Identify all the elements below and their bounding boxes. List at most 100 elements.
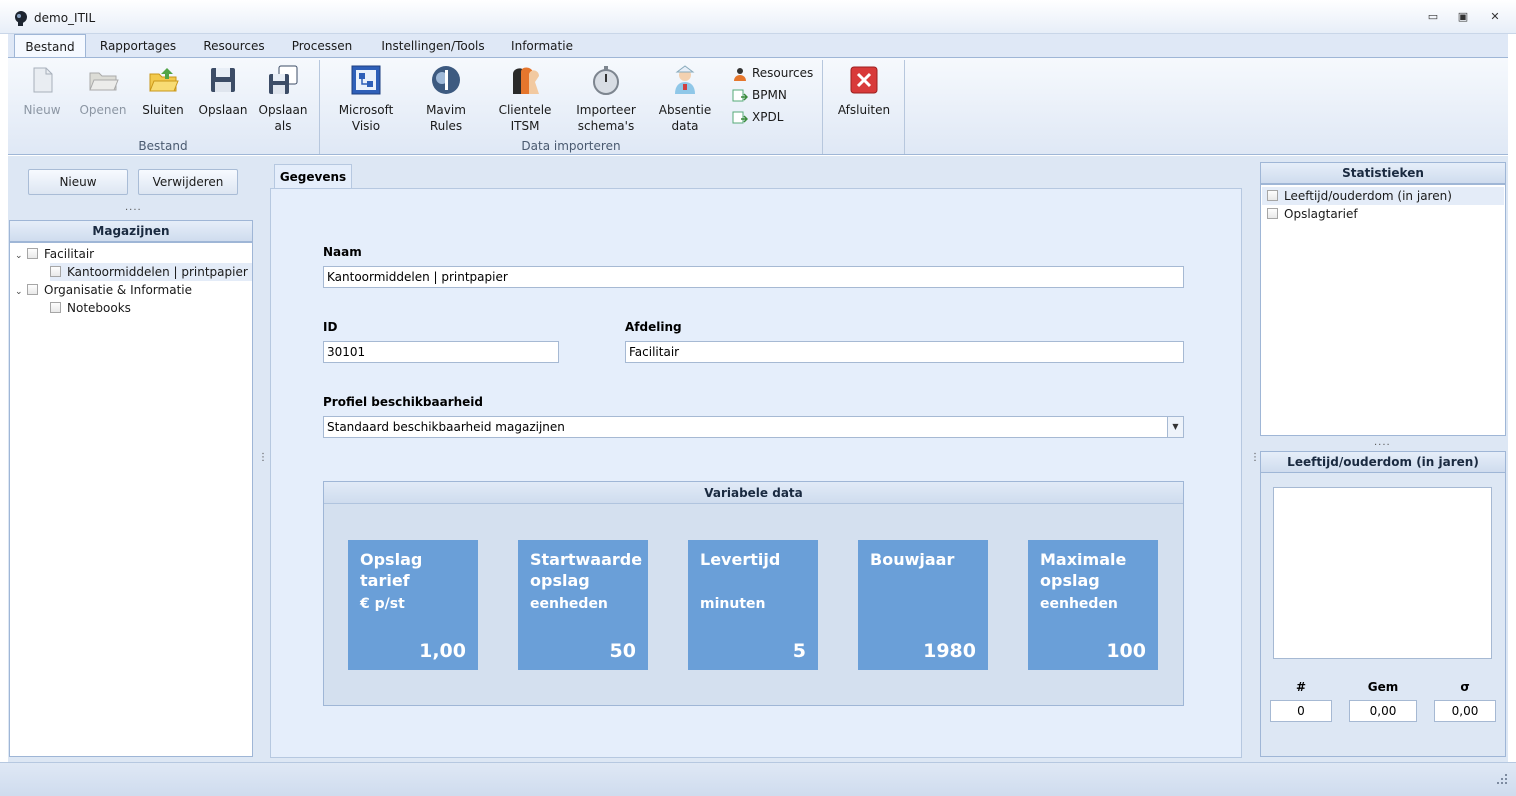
exit-x-icon: [850, 66, 878, 94]
close-window-icon[interactable]: ✕: [1486, 9, 1504, 25]
tree-item-label: Kantoormiddelen | printpapier: [67, 265, 248, 279]
absence-label-1: Absentie: [658, 103, 712, 117]
app-logo-icon: [15, 11, 27, 26]
resize-grip-icon[interactable]: [1496, 773, 1508, 785]
tile-build-year[interactable]: Bouwjaar 1980: [858, 540, 988, 670]
splitter-grip[interactable]: ....: [1374, 437, 1391, 448]
folder-up-icon: [149, 68, 179, 92]
name-label: Naam: [323, 245, 362, 259]
group-separator: [822, 60, 823, 154]
tab-bestand[interactable]: Bestand: [14, 34, 86, 59]
tree-checkbox[interactable]: [27, 248, 38, 259]
window-title: demo_ITIL: [34, 11, 96, 25]
warehouse-tree: ⌄ Facilitair Kantoormiddelen | printpapie…: [9, 242, 253, 757]
tile-storage-rate[interactable]: Opslag tarief € p/st 1,00: [348, 540, 478, 670]
variable-data-title: Variabele data: [324, 482, 1183, 504]
tab-gegevens[interactable]: Gegevens: [274, 164, 352, 189]
department-label: Afdeling: [625, 320, 682, 334]
mavim-rules-button[interactable]: Mavim Rules: [416, 64, 476, 134]
tile-max-stock[interactable]: Maximale opslag eenheden 100: [1028, 540, 1158, 670]
floppy-disk-icon: [211, 68, 235, 92]
absence-label-2: data: [671, 119, 699, 133]
absence-data-button[interactable]: Absentie data: [654, 64, 716, 134]
id-field[interactable]: 30101: [323, 341, 559, 363]
tile-value: 100: [1106, 640, 1146, 662]
tree-item-facilitair[interactable]: ⌄ Facilitair: [15, 245, 94, 263]
resources-import-button[interactable]: Resources: [732, 64, 813, 82]
tile-title: Opslag tarief: [360, 550, 423, 590]
stat-checkbox[interactable]: [1267, 190, 1278, 201]
statistics-panel-title: Statistieken: [1260, 162, 1506, 184]
splitter-grip[interactable]: ....: [125, 202, 142, 213]
tile-title: Bouwjaar: [870, 550, 955, 569]
stat-item-label: Leeftijd/ouderdom (in jaren): [1284, 189, 1452, 203]
status-bar: [0, 762, 1516, 796]
save-as-button[interactable]: Opslaan als: [258, 64, 308, 134]
tile-initial-stock[interactable]: Startwaarde opslag eenheden 50: [518, 540, 648, 670]
group-label-bestand: Bestand: [138, 139, 188, 153]
average-field[interactable]: 0,00: [1349, 700, 1417, 722]
save-button[interactable]: Opslaan: [198, 64, 248, 118]
tab-informatie[interactable]: Informatie: [506, 34, 578, 58]
stat-item-storage-rate[interactable]: Opslagtarief: [1262, 205, 1358, 223]
bpmn-import-label: BPMN: [752, 88, 787, 102]
tile-title: Startwaarde opslag: [530, 550, 643, 590]
statistics-list: Leeftijd/ouderdom (in jaren) Opslagtarie…: [1260, 184, 1506, 436]
restore-icon[interactable]: ▣: [1454, 9, 1472, 25]
tree-item-organisatie[interactable]: ⌄ Organisatie & Informatie: [15, 281, 192, 299]
ribbon: Nieuw Openen Sluiten Opslaan Opslaan als…: [8, 57, 1508, 155]
ribbon-tabs: Bestand Rapportages Resources Processen …: [8, 34, 1508, 59]
dropdown-arrow-icon[interactable]: ▼: [1167, 417, 1183, 437]
close-file-button[interactable]: Sluiten: [138, 64, 188, 118]
tile-value: 1,00: [419, 640, 466, 662]
delete-warehouse-button[interactable]: Verwijderen: [138, 169, 238, 195]
tree-checkbox[interactable]: [50, 302, 61, 313]
expand-chevron-icon[interactable]: ⌄: [15, 283, 27, 301]
tree-checkbox[interactable]: [50, 266, 61, 277]
sigma-label: σ: [1460, 680, 1470, 694]
name-field[interactable]: Kantoormiddelen | printpapier: [323, 266, 1184, 288]
availability-profile-label: Profiel beschikbaarheid: [323, 395, 483, 409]
splitter-grip-left[interactable]: ⋮: [258, 452, 269, 463]
microsoft-visio-button[interactable]: Microsoft Visio: [334, 64, 398, 134]
average-label: Gem: [1367, 680, 1399, 694]
tab-instellingen-tools[interactable]: Instellingen/Tools: [374, 34, 492, 58]
sigma-field[interactable]: 0,00: [1434, 700, 1496, 722]
tab-rapportages[interactable]: Rapportages: [94, 34, 182, 58]
tile-lead-time[interactable]: Levertijd minuten 5: [688, 540, 818, 670]
tree-checkbox[interactable]: [27, 284, 38, 295]
new-warehouse-button[interactable]: Nieuw: [28, 169, 128, 195]
save-label: Opslaan: [198, 103, 248, 117]
import-schemas-button[interactable]: Importeer schema's: [572, 64, 640, 134]
tile-title: Maximale opslag: [1040, 550, 1127, 590]
tab-processen[interactable]: Processen: [286, 34, 358, 58]
count-field[interactable]: 0: [1270, 700, 1332, 722]
stopwatch-icon: [593, 66, 619, 95]
stat-checkbox[interactable]: [1267, 208, 1278, 219]
new-button[interactable]: Nieuw: [20, 64, 64, 118]
visio-label-1: Microsoft: [338, 103, 394, 117]
exit-button[interactable]: Afsluiten: [834, 64, 894, 118]
stat-item-age[interactable]: Leeftijd/ouderdom (in jaren): [1262, 187, 1504, 205]
variable-data-panel: Variabele data Opslag tarief € p/st 1,00…: [323, 481, 1184, 706]
open-button[interactable]: Openen: [78, 64, 128, 118]
open-folder-icon: [89, 72, 119, 91]
tree-item-notebooks[interactable]: Notebooks: [50, 299, 131, 317]
department-field[interactable]: Facilitair: [625, 341, 1184, 363]
tile-unit: eenheden: [530, 596, 608, 612]
tree-item-label: Notebooks: [67, 301, 131, 315]
close-file-label: Sluiten: [142, 103, 184, 117]
person-icon: [734, 67, 746, 81]
tab-resources[interactable]: Resources: [196, 34, 272, 58]
xpdl-import-button[interactable]: XPDL: [732, 108, 783, 126]
clientele-itsm-button[interactable]: Clientele ITSM: [494, 64, 556, 134]
stat-item-label: Opslagtarief: [1284, 207, 1358, 221]
availability-profile-select[interactable]: Standaard beschikbaarheid magazijnen ▼: [323, 416, 1184, 438]
xpdl-import-icon: [732, 111, 748, 123]
expand-chevron-icon[interactable]: ⌄: [15, 247, 27, 265]
minimize-icon[interactable]: ▭: [1424, 9, 1442, 25]
tree-item-kantoormiddelen[interactable]: Kantoormiddelen | printpapier: [50, 263, 252, 281]
bpmn-import-button[interactable]: BPMN: [732, 86, 787, 104]
new-label: Nieuw: [23, 103, 61, 117]
mavim-label-1: Mavim: [426, 103, 466, 117]
